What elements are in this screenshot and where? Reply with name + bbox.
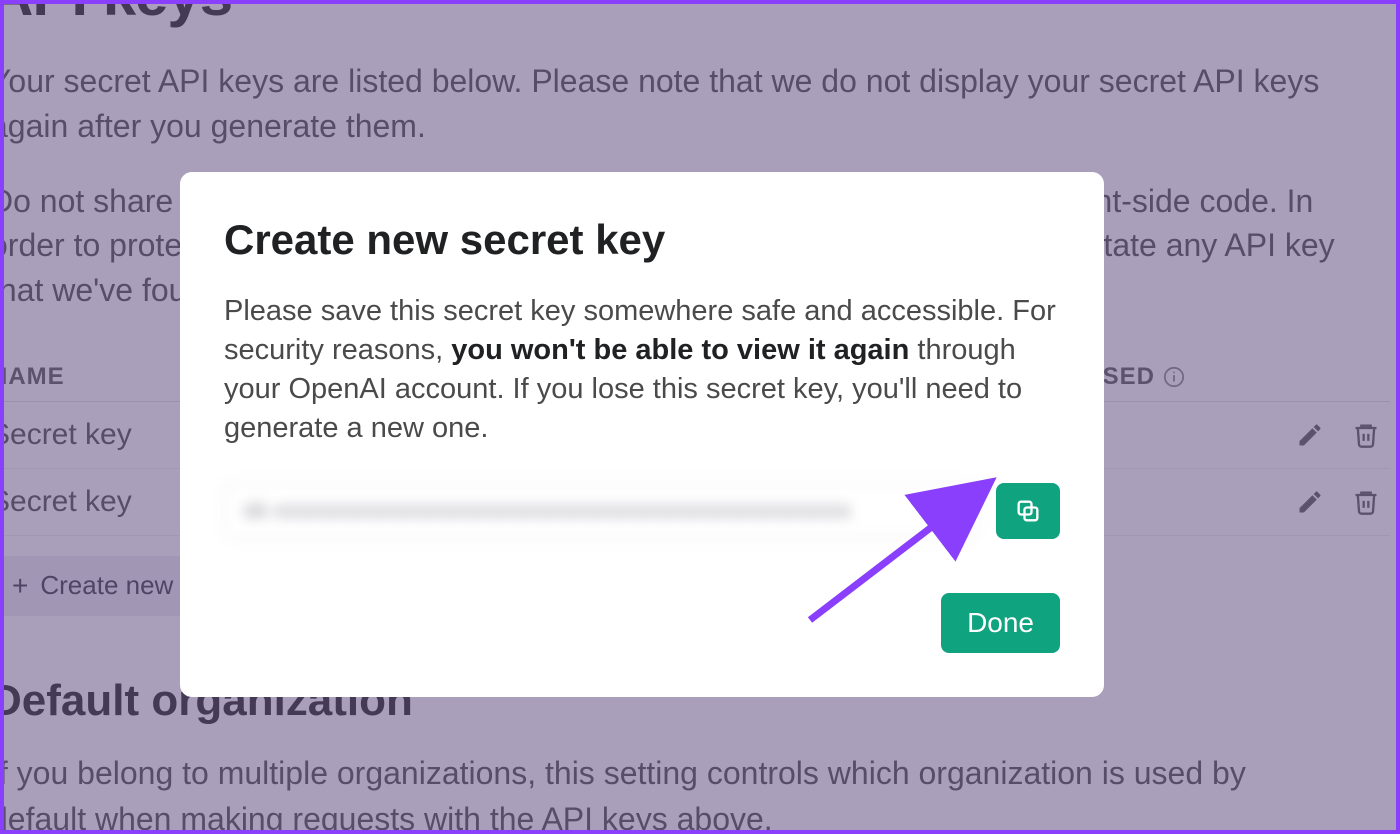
copy-key-button[interactable] [996, 483, 1060, 539]
create-secret-key-modal: Create new secret key Please save this s… [180, 172, 1104, 697]
modal-overlay[interactable]: Create new secret key Please save this s… [0, 0, 1400, 834]
modal-desc-bold: you won't be able to view it again [451, 334, 909, 366]
modal-title: Create new secret key [224, 216, 1060, 264]
secret-key-input[interactable] [224, 483, 978, 539]
copy-icon [1014, 497, 1042, 525]
modal-description: Please save this secret key somewhere sa… [224, 292, 1060, 449]
secret-key-row [224, 483, 1060, 539]
done-button[interactable]: Done [941, 593, 1060, 653]
